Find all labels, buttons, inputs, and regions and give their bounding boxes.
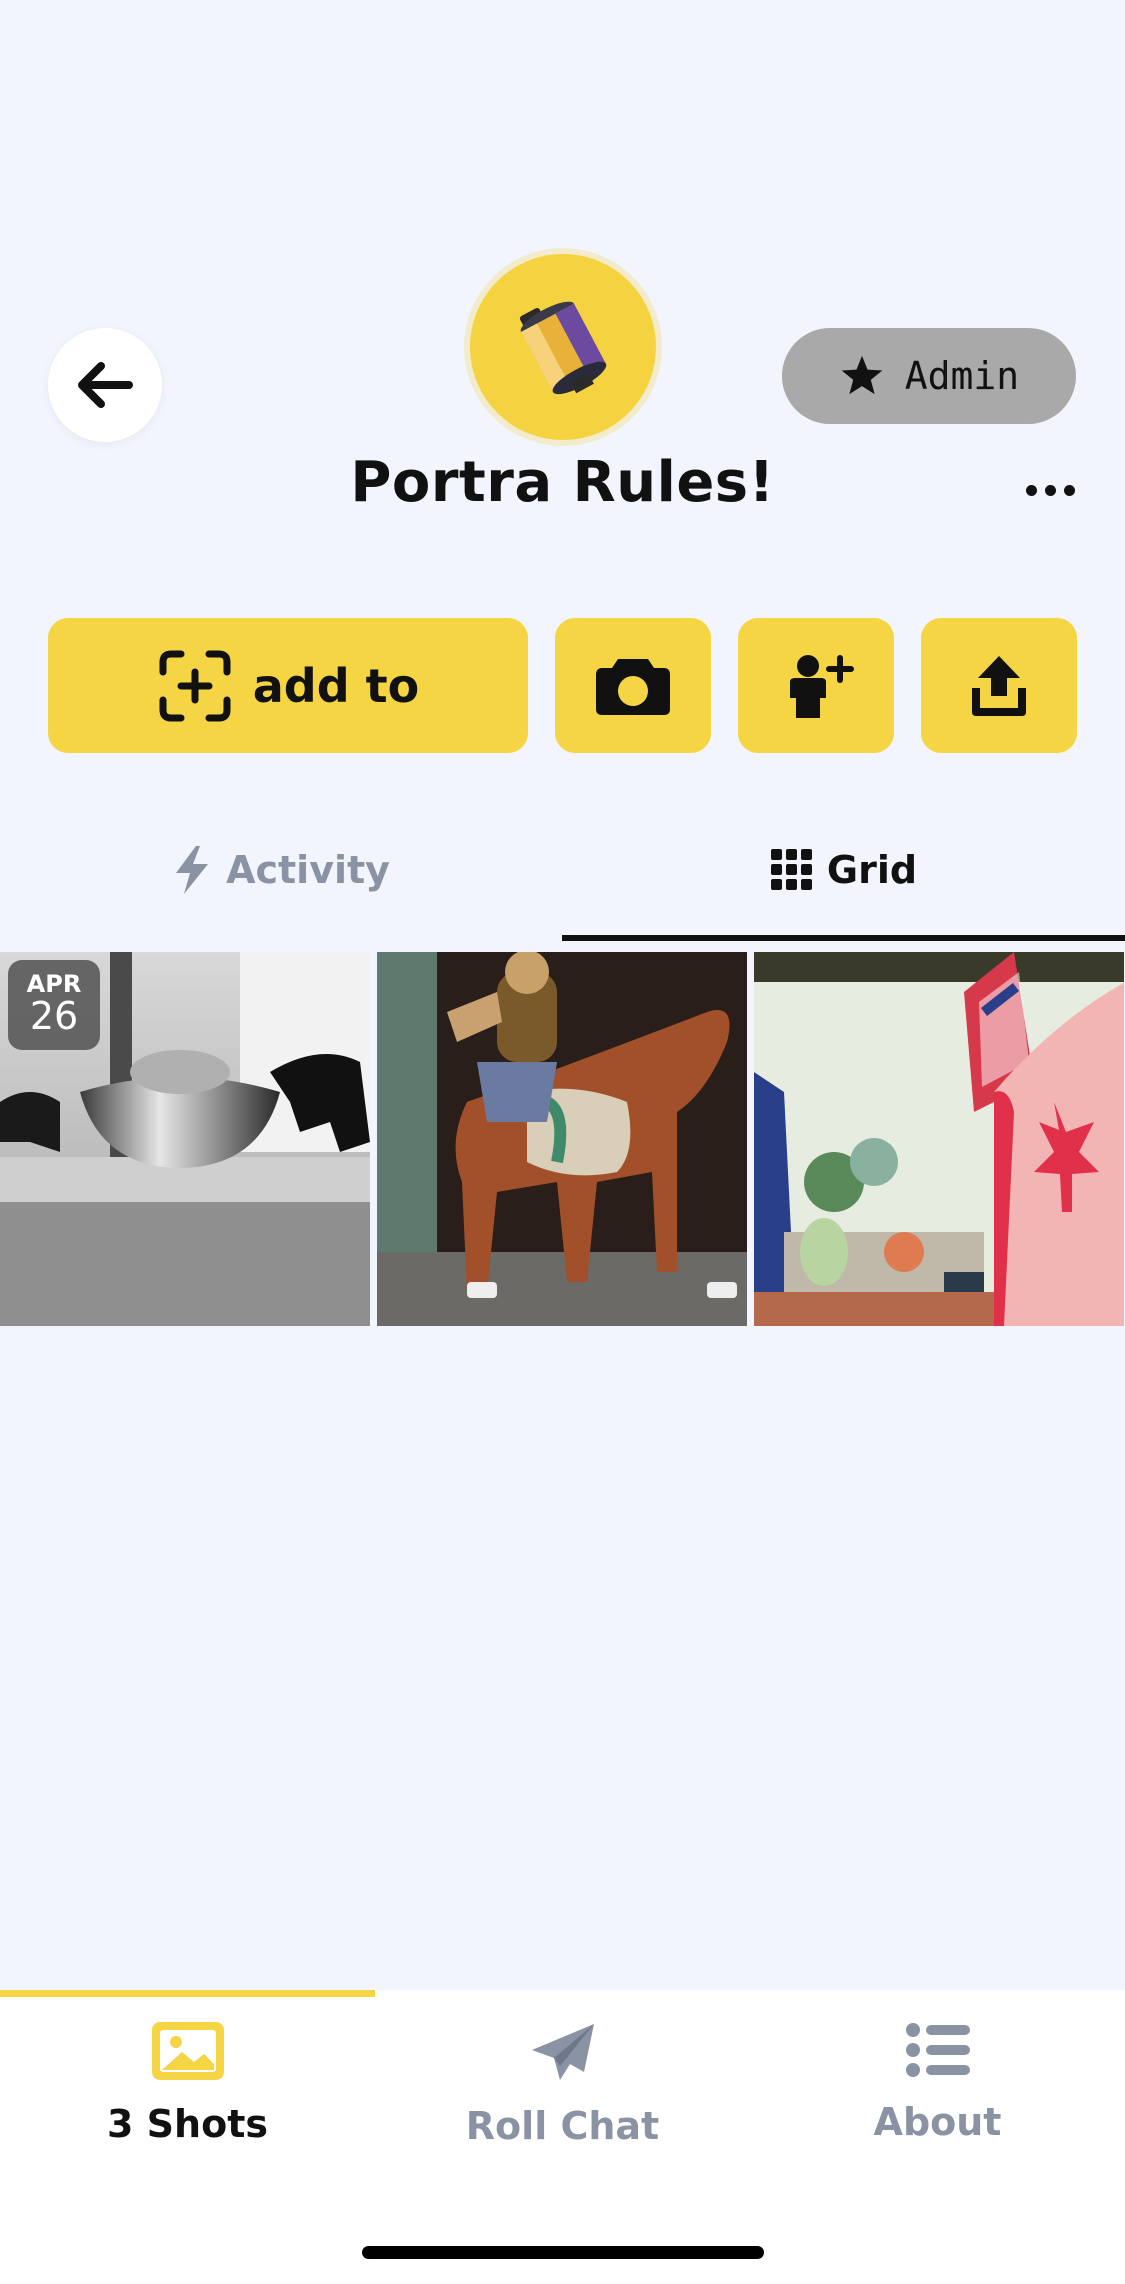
invite-member-button[interactable] [738, 618, 894, 753]
photo-flags-shelf[interactable] [754, 952, 1124, 1326]
add-to-label: add to [252, 658, 420, 713]
add-frame-icon [159, 650, 231, 721]
camera-icon [596, 658, 670, 715]
nav-about[interactable]: About [750, 2022, 1125, 2162]
share-button[interactable] [921, 618, 1077, 753]
home-indicator[interactable] [362, 2246, 764, 2259]
star-icon [841, 355, 883, 395]
back-button[interactable] [48, 328, 162, 442]
date-day: 26 [29, 994, 79, 1038]
list-icon [905, 2023, 970, 2077]
add-person-icon [790, 654, 854, 718]
camera-button[interactable] [555, 618, 711, 753]
tab-activity[interactable]: Activity [0, 820, 562, 920]
roll-avatar[interactable] [470, 254, 656, 440]
tab-grid[interactable]: Grid [563, 820, 1125, 920]
share-upload-icon [972, 655, 1026, 716]
tab-grid-label: Grid [826, 848, 918, 892]
tab-activity-label: Activity [226, 848, 390, 892]
date-badge: APR 26 [8, 960, 100, 1050]
more-options-button[interactable] [1010, 470, 1090, 510]
photo-icon [151, 2022, 224, 2080]
grid-icon [770, 849, 812, 890]
arrow-left-icon [78, 362, 133, 408]
ellipsis-icon [1025, 484, 1075, 496]
paper-plane-icon [531, 2024, 594, 2080]
nav-roll-chat-label: Roll Chat [465, 2104, 660, 2148]
photo-horse-rider-figurine[interactable] [377, 952, 747, 1326]
nav-shots-label: 3 Shots [107, 2102, 268, 2146]
nav-shots[interactable]: 3 Shots [0, 2022, 375, 2162]
date-month: APR [26, 970, 82, 998]
admin-badge[interactable]: Admin [782, 328, 1076, 424]
add-to-button[interactable]: add to [48, 618, 528, 753]
nav-about-label: About [873, 2100, 1002, 2144]
active-tab-underline [562, 935, 1125, 941]
admin-label: Admin [904, 354, 1020, 398]
film-canister-icon [519, 301, 607, 395]
active-nav-indicator [0, 1990, 375, 1997]
lightning-icon [176, 846, 209, 894]
nav-roll-chat[interactable]: Roll Chat [375, 2022, 750, 2162]
roll-title: Portra Rules! [350, 450, 775, 515]
